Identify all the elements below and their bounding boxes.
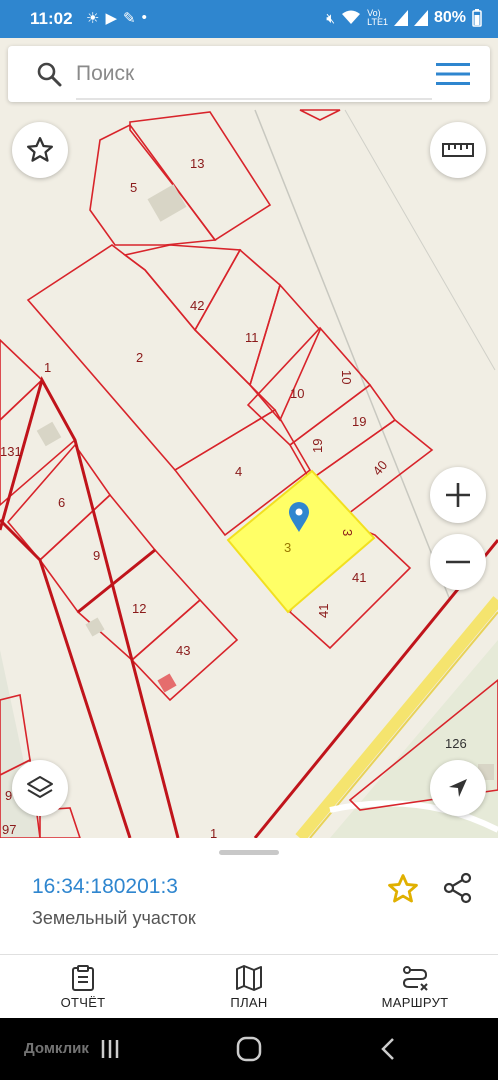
recent-apps-icon[interactable]	[95, 1034, 125, 1064]
status-notification-icons: ☀ ▶ ✎ •	[86, 9, 147, 27]
parcel-label-41: 41	[352, 570, 366, 585]
parcel-label-97: 97	[2, 822, 16, 837]
zoom-in-button[interactable]	[430, 467, 486, 523]
mute-icon: 🔇︎	[326, 9, 336, 26]
parcel-label-5: 5	[130, 180, 137, 195]
search-underline	[76, 98, 432, 100]
dot-icon: •	[141, 9, 147, 26]
parcel-label-3b: 3	[340, 529, 355, 536]
parcel-label-43: 43	[176, 643, 190, 658]
favorite-star-icon[interactable]	[386, 872, 420, 906]
favorites-button[interactable]	[12, 122, 68, 178]
parcel-type: Земельный участок	[32, 908, 196, 928]
youtube-icon: ▶	[105, 10, 117, 27]
menu-icon[interactable]	[436, 62, 470, 86]
parcel-label-126: 126	[445, 736, 467, 751]
report-button[interactable]: ОТЧЁТ	[50, 955, 116, 1019]
map-icon	[236, 964, 262, 991]
back-icon[interactable]	[374, 1034, 404, 1064]
cadastral-map[interactable]: 13 5 42 11 2 1 10 10 19 19 131 4 40 6 3 …	[0, 38, 498, 838]
plus-icon	[446, 483, 470, 507]
battery-level: 80%	[433, 9, 466, 26]
status-time: 11:02	[30, 9, 73, 28]
system-nav-bar: Домклик	[0, 1018, 498, 1080]
search-bar	[8, 46, 490, 102]
parcel-label-2: 2	[136, 350, 143, 365]
plan-label: ПЛАН	[230, 994, 268, 1010]
search-icon[interactable]	[36, 61, 62, 87]
parcel-label-1b: 1	[210, 826, 217, 838]
plan-button[interactable]: ПЛАН	[216, 955, 282, 1019]
share-icon[interactable]	[442, 872, 474, 904]
sun-icon: ☀	[86, 10, 100, 27]
watermark: Домклик	[24, 1040, 89, 1057]
signal-icon	[393, 10, 408, 26]
map-canvas: 13 5 42 11 2 1 10 10 19 19 131 4 40 6 3 …	[0, 38, 498, 838]
clipboard-icon	[72, 964, 94, 991]
broom-icon: ✎	[123, 10, 136, 27]
volte-icon: Vo) LTE1	[367, 8, 388, 27]
parcel-label-10b: 10	[339, 370, 354, 384]
layers-icon	[27, 776, 53, 798]
navigation-arrow-icon	[449, 779, 467, 797]
zoom-out-button[interactable]	[430, 534, 486, 590]
signal2-icon	[413, 10, 428, 26]
parcel-label-131: 131	[0, 444, 22, 459]
minus-icon	[446, 560, 470, 564]
parcel-label-10: 10	[290, 386, 304, 401]
parcel-label-13: 13	[190, 156, 204, 171]
parcel-info-sheet[interactable]: 16:34:180201:3 Земельный участок	[0, 838, 498, 954]
search-input[interactable]	[76, 56, 426, 92]
parcel-label-6: 6	[58, 495, 65, 510]
route-button[interactable]: МАРШРУТ	[370, 955, 460, 1019]
status-system-icons: 🔇︎ Vo) LTE1 80%	[326, 9, 482, 27]
home-icon[interactable]	[234, 1034, 264, 1064]
parcel-label-42: 42	[190, 298, 204, 313]
my-location-button[interactable]	[430, 760, 486, 816]
layers-button[interactable]	[12, 760, 68, 816]
cadastral-number[interactable]: 16:34:180201:3	[32, 875, 178, 899]
ruler-icon	[442, 143, 474, 157]
parcel-label-41b: 41	[316, 604, 331, 618]
bottom-toolbar: ОТЧЁТ ПЛАН МАРШРУТ	[0, 954, 498, 1018]
battery-icon	[472, 9, 482, 27]
route-label: МАРШРУТ	[381, 994, 449, 1010]
star-outline-icon	[27, 137, 53, 162]
parcel-label-3: 3	[284, 540, 291, 555]
sheet-drag-handle[interactable]	[219, 850, 279, 855]
status-bar: 11:02 ☀ ▶ ✎ • 🔇︎ Vo) LTE1 80%	[0, 0, 498, 38]
parcel-label-12: 12	[132, 601, 146, 616]
parcel-label-4: 4	[235, 464, 242, 479]
wifi-icon	[342, 10, 361, 24]
parcel-label-1: 1	[44, 360, 51, 375]
route-icon	[402, 965, 428, 991]
parcel-label-9: 9	[93, 548, 100, 563]
parcel-label-11: 11	[245, 330, 259, 345]
parcel-label-19b: 19	[310, 439, 325, 453]
parcel-label-19: 19	[352, 414, 366, 429]
report-label: ОТЧЁТ	[60, 994, 106, 1010]
ruler-button[interactable]	[430, 122, 486, 178]
